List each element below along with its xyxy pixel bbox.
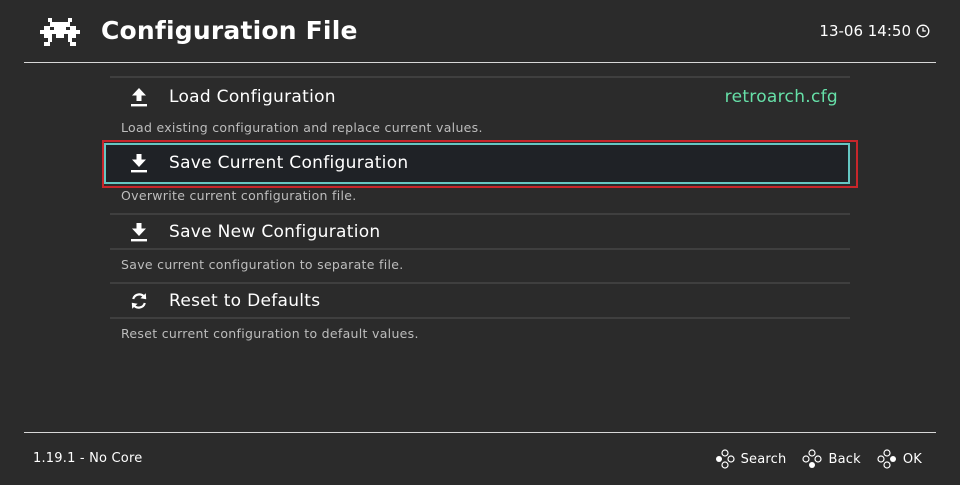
- back-hint[interactable]: Back: [802, 449, 861, 469]
- download-icon: [131, 223, 147, 242]
- clock: 13-06 14:50: [819, 21, 930, 41]
- ok-hint[interactable]: OK: [877, 449, 922, 469]
- menu-item-label: Reset to Defaults: [169, 291, 321, 311]
- menu-item-row[interactable]: Save New Configuration: [110, 213, 850, 251]
- menu-divider: [110, 248, 850, 250]
- selection-outline: [102, 140, 858, 188]
- retroarch-screen: Configuration File 13-06 14:50 Load Conf…: [0, 0, 960, 485]
- status-text: 1.19.1 - No Core: [33, 451, 143, 466]
- clock-icon: [916, 24, 930, 38]
- upload-icon: [131, 88, 147, 107]
- retroarch-invader-logo: [40, 18, 80, 46]
- hint-label: Back: [828, 451, 861, 467]
- menu-item-value: retroarch.cfg: [724, 87, 838, 107]
- menu-item-sublabel: Overwrite current configuration file.: [121, 188, 357, 203]
- clock-time: 13-06 14:50: [819, 22, 911, 40]
- menu-item-sublabel: Load existing configuration and replace …: [121, 120, 483, 135]
- gamepad-buttons-icon: [802, 449, 823, 468]
- button-hints: Search Back OK: [699, 449, 922, 469]
- menu-item-sublabel: Save current configuration to separate f…: [121, 257, 404, 272]
- menu-item-label: Load Configuration: [169, 87, 336, 107]
- gamepad-buttons-icon: [877, 449, 896, 469]
- menu-item-row[interactable]: Load Configuration retroarch.cfg: [110, 78, 850, 116]
- footer-divider: [24, 432, 936, 433]
- hint-label: Search: [740, 451, 787, 467]
- menu-divider: [110, 317, 850, 319]
- header: Configuration File 13-06 14:50: [0, 0, 960, 62]
- menu-item-sublabel: Reset current configuration to default v…: [121, 326, 419, 341]
- menu-item-row[interactable]: Reset to Defaults: [110, 282, 850, 320]
- search-hint[interactable]: Search: [715, 449, 787, 469]
- reset-icon: [131, 293, 147, 309]
- header-divider: [24, 62, 936, 63]
- hint-label: OK: [902, 451, 922, 467]
- page-title: Configuration File: [101, 16, 358, 45]
- menu-item-label: Save New Configuration: [169, 222, 381, 242]
- gamepad-buttons-icon: [715, 449, 735, 469]
